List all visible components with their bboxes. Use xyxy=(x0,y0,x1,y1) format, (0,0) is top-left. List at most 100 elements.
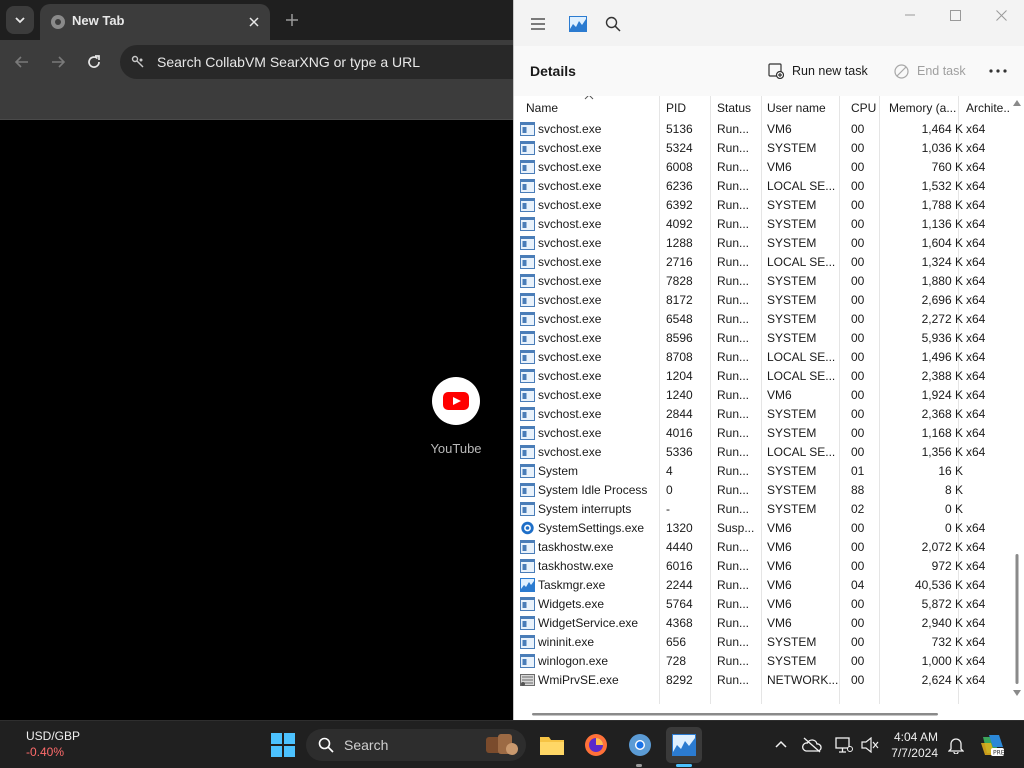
table-row[interactable]: winlogon.exe 728 Run... SYSTEM 00 1,000 Kx64 xyxy=(514,652,1014,671)
end-task-button[interactable]: End task xyxy=(894,60,966,82)
table-row[interactable]: Widgets.exe 5764 Run... VM6 00 5,872 Kx64 xyxy=(514,595,1014,614)
reload-button[interactable] xyxy=(82,50,106,74)
browser-toolbar: Search CollabVM SearXNG or type a URL xyxy=(0,40,520,84)
table-row[interactable]: svchost.exe 6548 Run... SYSTEM 00 2,272 Kx64 xyxy=(514,310,1014,329)
table-row[interactable]: SystemSettings.exe 1320 Susp... VM6 00 0 Kx64 xyxy=(514,519,1014,538)
cell-pid: 2244 xyxy=(666,578,693,592)
copilot-button[interactable]: PRE xyxy=(976,729,1008,761)
address-bar[interactable]: Search CollabVM SearXNG or type a URL xyxy=(120,45,520,79)
table-row[interactable]: svchost.exe 5336 Run... LOCAL SE... 00 1,356 … xyxy=(514,443,1014,462)
cell-cpu: 00 xyxy=(851,236,865,250)
widgets-ticker[interactable]: USD/GBP -0.40% xyxy=(26,729,80,759)
youtube-icon xyxy=(443,392,469,410)
start-button[interactable] xyxy=(267,729,299,761)
process-icon xyxy=(520,464,535,478)
tray-onedrive[interactable] xyxy=(796,729,828,761)
maximize-button[interactable] xyxy=(943,3,967,27)
more-options-button[interactable] xyxy=(986,60,1010,82)
clock[interactable]: 4:04 AM 7/7/2024 xyxy=(886,729,938,761)
table-row[interactable]: svchost.exe 7828 Run... SYSTEM 00 1,880 Kx64 xyxy=(514,272,1014,291)
process-icon xyxy=(520,141,535,155)
column-header-mem[interactable]: Memory (a... xyxy=(889,96,963,120)
table-row[interactable]: svchost.exe 6008 Run... VM6 00 760 Kx64 xyxy=(514,158,1014,177)
close-button[interactable] xyxy=(989,3,1013,27)
table-row[interactable]: svchost.exe 8596 Run... SYSTEM 00 5,936 Kx64 xyxy=(514,329,1014,348)
tab-search-button[interactable] xyxy=(6,6,34,34)
cell-name: svchost.exe xyxy=(538,312,602,326)
cell-name: svchost.exe xyxy=(538,331,602,345)
show-hidden-icons-button[interactable] xyxy=(765,729,797,761)
cell-mem: 16 K xyxy=(938,464,963,478)
close-tab-button[interactable] xyxy=(244,12,264,32)
taskbar-file-explorer[interactable] xyxy=(536,729,568,761)
tray-volume[interactable] xyxy=(854,729,886,761)
table-row[interactable]: System Idle Process 0 Run... SYSTEM 88 8 K xyxy=(514,481,1014,500)
table-row[interactable]: svchost.exe 2716 Run... LOCAL SE... 00 1,324 … xyxy=(514,253,1014,272)
process-icon xyxy=(520,483,535,497)
forward-button[interactable] xyxy=(46,50,70,74)
table-row[interactable]: taskhostw.exe 4440 Run... VM6 00 2,072 Kx64 xyxy=(514,538,1014,557)
table-row[interactable]: taskhostw.exe 6016 Run... VM6 00 972 Kx64 xyxy=(514,557,1014,576)
table-row[interactable]: svchost.exe 4092 Run... SYSTEM 00 1,136 Kx64 xyxy=(514,215,1014,234)
vertical-scrollbar[interactable] xyxy=(1011,96,1023,704)
taskbar-task-manager[interactable] xyxy=(666,727,702,763)
table-row[interactable]: svchost.exe 8172 Run... SYSTEM 00 2,696 Kx64 xyxy=(514,291,1014,310)
column-header-status[interactable]: Status xyxy=(717,96,762,120)
hscrollbar-graphic xyxy=(532,713,938,716)
taskbar-chromium[interactable] xyxy=(624,729,656,761)
table-row[interactable]: WidgetService.exe 4368 Run... VM6 00 2,940 Kx… xyxy=(514,614,1014,633)
cell-user: SYSTEM xyxy=(767,198,817,212)
column-header-cpu[interactable]: CPU xyxy=(851,96,876,120)
column-header-user[interactable]: User name xyxy=(767,96,847,120)
table-row[interactable]: svchost.exe 1288 Run... SYSTEM 00 1,604 Kx64 xyxy=(514,234,1014,253)
cell-user: VM6 xyxy=(767,578,792,592)
table-row[interactable]: svchost.exe 5136 Run... VM6 00 1,464 Kx64 xyxy=(514,120,1014,139)
cell-status: Run... xyxy=(717,198,750,212)
run-new-task-button[interactable]: Run new task xyxy=(768,60,868,82)
table-row[interactable]: svchost.exe 1240 Run... VM6 00 1,924 Kx64 xyxy=(514,386,1014,405)
run-task-icon xyxy=(768,63,784,79)
tab-new-tab[interactable]: New Tab xyxy=(40,4,270,40)
cell-pid: 1320 xyxy=(666,521,693,535)
table-row[interactable]: svchost.exe 5324 Run... SYSTEM 00 1,036 Kx64 xyxy=(514,139,1014,158)
horizontal-scrollbar[interactable] xyxy=(530,706,1006,716)
table-row[interactable]: System interrupts - Run... SYSTEM 02 0 K xyxy=(514,500,1014,519)
tab-strip: New Tab xyxy=(0,0,513,40)
windows-logo-icon xyxy=(271,733,295,757)
taskbar-firefox[interactable] xyxy=(580,729,612,761)
back-button[interactable] xyxy=(10,50,34,74)
cell-arch: x64 xyxy=(966,635,986,649)
table-row[interactable]: svchost.exe 1204 Run... LOCAL SE... 00 2,388 … xyxy=(514,367,1014,386)
minimize-button[interactable] xyxy=(898,3,922,27)
new-tab-button[interactable] xyxy=(280,8,304,32)
table-row[interactable]: svchost.exe 8708 Run... LOCAL SE... 00 1,496 … xyxy=(514,348,1014,367)
table-row[interactable]: svchost.exe 6392 Run... SYSTEM 00 1,788 Kx64 xyxy=(514,196,1014,215)
cell-status: Run... xyxy=(717,426,750,440)
cell-pid: 8596 xyxy=(666,331,693,345)
cell-cpu: 00 xyxy=(851,407,865,421)
cell-arch: x64 xyxy=(966,540,986,554)
cell-cpu: 00 xyxy=(851,369,865,383)
cell-user: SYSTEM xyxy=(767,312,817,326)
column-header-arch[interactable]: Archite... xyxy=(966,96,1011,120)
notifications-button[interactable] xyxy=(940,729,972,761)
table-row[interactable]: WmiPrvSE.exe 8292 Run... NETWORK... 00 2,624 … xyxy=(514,671,1014,690)
cell-cpu: 00 xyxy=(851,388,865,402)
process-icon xyxy=(520,654,535,668)
table-row[interactable]: svchost.exe 4016 Run... SYSTEM 00 1,168 Kx64 xyxy=(514,424,1014,443)
taskbar-search[interactable]: Search xyxy=(306,729,526,761)
search-button[interactable] xyxy=(601,12,625,36)
table-row[interactable]: svchost.exe 2844 Run... SYSTEM 00 2,368 Kx64 xyxy=(514,405,1014,424)
table-row[interactable]: svchost.exe 6236 Run... LOCAL SE... 00 1,532 … xyxy=(514,177,1014,196)
page-header: Details Run new task End task xyxy=(514,46,1024,96)
cell-mem: 2,388 K xyxy=(921,369,963,383)
shortcut-youtube[interactable]: YouTube xyxy=(424,372,488,462)
navigation-menu-button[interactable] xyxy=(526,12,550,36)
table-row[interactable]: Taskmgr.exe 2244 Run... VM6 04 40,536 Kx64 xyxy=(514,576,1014,595)
cell-arch: x64 xyxy=(966,312,986,326)
task-manager-icon xyxy=(672,734,696,756)
cell-cpu: 04 xyxy=(851,578,865,592)
table-row[interactable]: wininit.exe 656 Run... SYSTEM 00 732 Kx64 xyxy=(514,633,1014,652)
column-header-pid[interactable]: PID xyxy=(666,96,711,120)
table-row[interactable]: System 4 Run... SYSTEM 01 16 K xyxy=(514,462,1014,481)
